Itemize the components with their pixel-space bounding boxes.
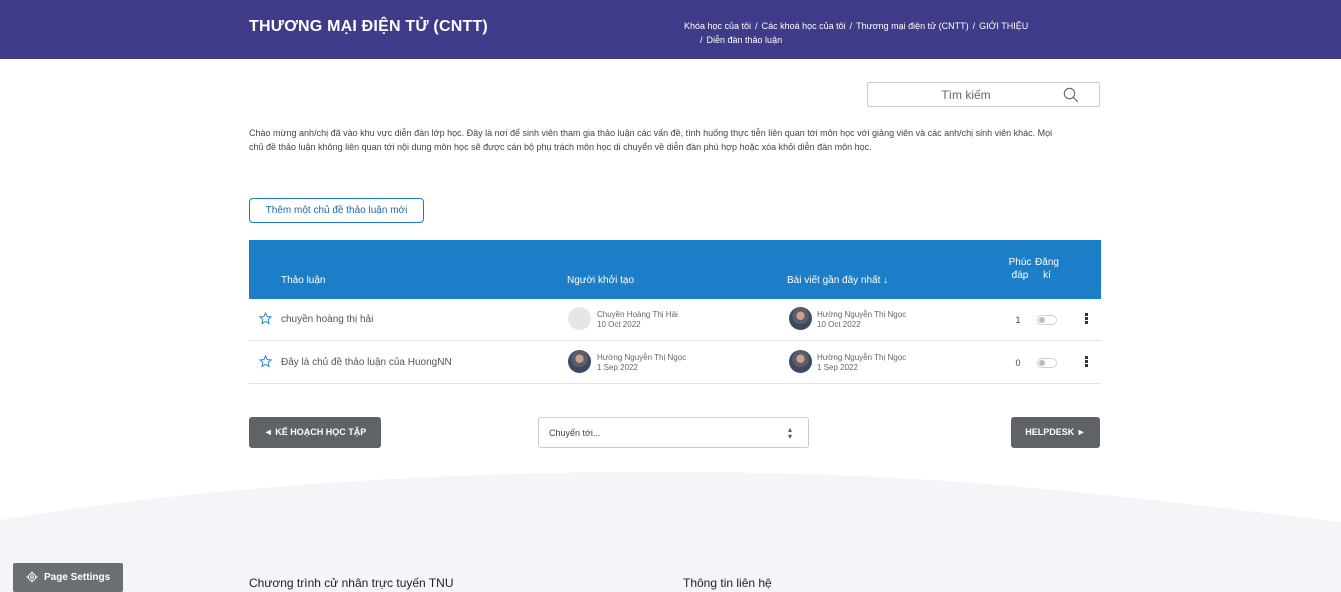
last-post-date[interactable]: 1 Sep 2022 <box>817 363 858 372</box>
search-box <box>867 82 1100 107</box>
breadcrumb-my-courses[interactable]: Khóa học của tôi <box>684 21 751 31</box>
starter-date: 10 Oct 2022 <box>597 320 641 329</box>
subscribe-toggle[interactable] <box>1037 358 1057 368</box>
breadcrumb-courses[interactable]: Các khoá học của tôi <box>762 21 846 31</box>
star-icon[interactable] <box>259 312 272 325</box>
column-header-replies[interactable]: Phúc đáp <box>1005 256 1035 282</box>
avatar <box>789 350 812 373</box>
reply-count: 0 <box>1015 358 1021 368</box>
star-icon[interactable] <box>259 355 272 368</box>
discussion-title-link[interactable]: chuyền hoàng thị hải <box>281 314 373 325</box>
kebab-icon[interactable] <box>1085 313 1089 325</box>
table-row: Đây là chủ đề thảo luận của HuongNN Hườn… <box>249 342 1101 384</box>
gear-icon <box>26 571 38 583</box>
footer-background <box>0 471 1341 592</box>
column-header-subscribe: Đăng kí <box>1035 257 1059 281</box>
breadcrumb-section[interactable]: GIỚI THIỆU <box>979 21 1028 31</box>
last-post-author[interactable]: Hường Nguyễn Thị Ngọc <box>817 352 906 363</box>
breadcrumb-separator: / <box>700 35 703 45</box>
page-header: THƯƠNG MẠI ĐIỆN TỬ (CNTT) Khóa học của t… <box>0 0 1341 59</box>
chevron-updown-icon: ▴ ▾ <box>787 425 792 441</box>
breadcrumb-separator: / <box>972 21 976 31</box>
add-discussion-button[interactable]: Thêm một chủ đề thảo luận mới <box>249 198 424 223</box>
column-header-topic[interactable]: Thảo luận <box>281 275 325 286</box>
starter-date: 1 Sep 2022 <box>597 363 638 372</box>
course-title[interactable]: THƯƠNG MẠI ĐIỆN TỬ (CNTT) <box>249 18 488 36</box>
starter-name[interactable]: Hường Nguyễn Thị Ngọc <box>597 352 686 363</box>
avatar <box>568 307 591 330</box>
search-icon[interactable] <box>1063 87 1079 103</box>
footer-program-title: Chương trình cử nhân trực tuyến TNU <box>249 576 454 590</box>
table-row: chuyền hoàng thị hải Chuyền Hoàng Thị Hả… <box>249 299 1101 341</box>
jump-to-label: Chuyển tới... <box>549 428 601 438</box>
discussion-title-link[interactable]: Đây là chủ đề thảo luận của HuongNN <box>281 357 452 368</box>
reply-count: 1 <box>1015 315 1021 325</box>
avatar <box>789 307 812 330</box>
avatar <box>568 350 591 373</box>
footer-contact-title: Thông tin liên hệ <box>683 576 772 590</box>
forum-intro: Chào mừng anh/chị đã vào khu vực diễn đà… <box>249 128 1053 152</box>
toggle-knob <box>1039 317 1045 323</box>
discussion-table-header: Thảo luận Người khởi tạo Bài viết gần đâ… <box>249 240 1101 299</box>
breadcrumb-separator: / <box>849 21 853 31</box>
previous-activity-button[interactable]: ◄ KẾ HOẠCH HỌC TẬP <box>249 417 381 448</box>
page-settings-button[interactable]: Page Settings <box>13 563 123 592</box>
last-post-author[interactable]: Hường Nguyễn Thị Ngọc <box>817 309 906 320</box>
starter-name[interactable]: Chuyền Hoàng Thị Hải <box>597 309 678 320</box>
subscribe-toggle[interactable] <box>1037 315 1057 325</box>
column-header-last-post[interactable]: Bài viết gần đây nhất ↓ <box>787 275 888 286</box>
jump-to-select[interactable]: Chuyển tới... ▴ ▾ <box>538 417 809 448</box>
kebab-icon[interactable] <box>1085 356 1089 368</box>
forum-page: THƯƠNG MẠI ĐIỆN TỬ (CNTT) Khóa học của t… <box>0 0 1341 592</box>
search-input[interactable] <box>876 86 1056 104</box>
breadcrumb-course[interactable]: Thương mại điện tử (CNTT) <box>856 21 968 31</box>
toggle-knob <box>1039 360 1045 366</box>
last-post-date[interactable]: 10 Oct 2022 <box>817 320 861 329</box>
next-activity-button[interactable]: HELPDESK ► <box>1011 417 1100 448</box>
breadcrumb-separator: / <box>755 21 758 31</box>
page-settings-label: Page Settings <box>44 572 111 583</box>
breadcrumb: Khóa học của tôi / Các khoá học của tôi / Th… <box>684 19 1114 47</box>
column-header-starter[interactable]: Người khởi tạo <box>567 275 634 286</box>
breadcrumb-current: Diễn đàn thảo luận <box>706 35 783 45</box>
